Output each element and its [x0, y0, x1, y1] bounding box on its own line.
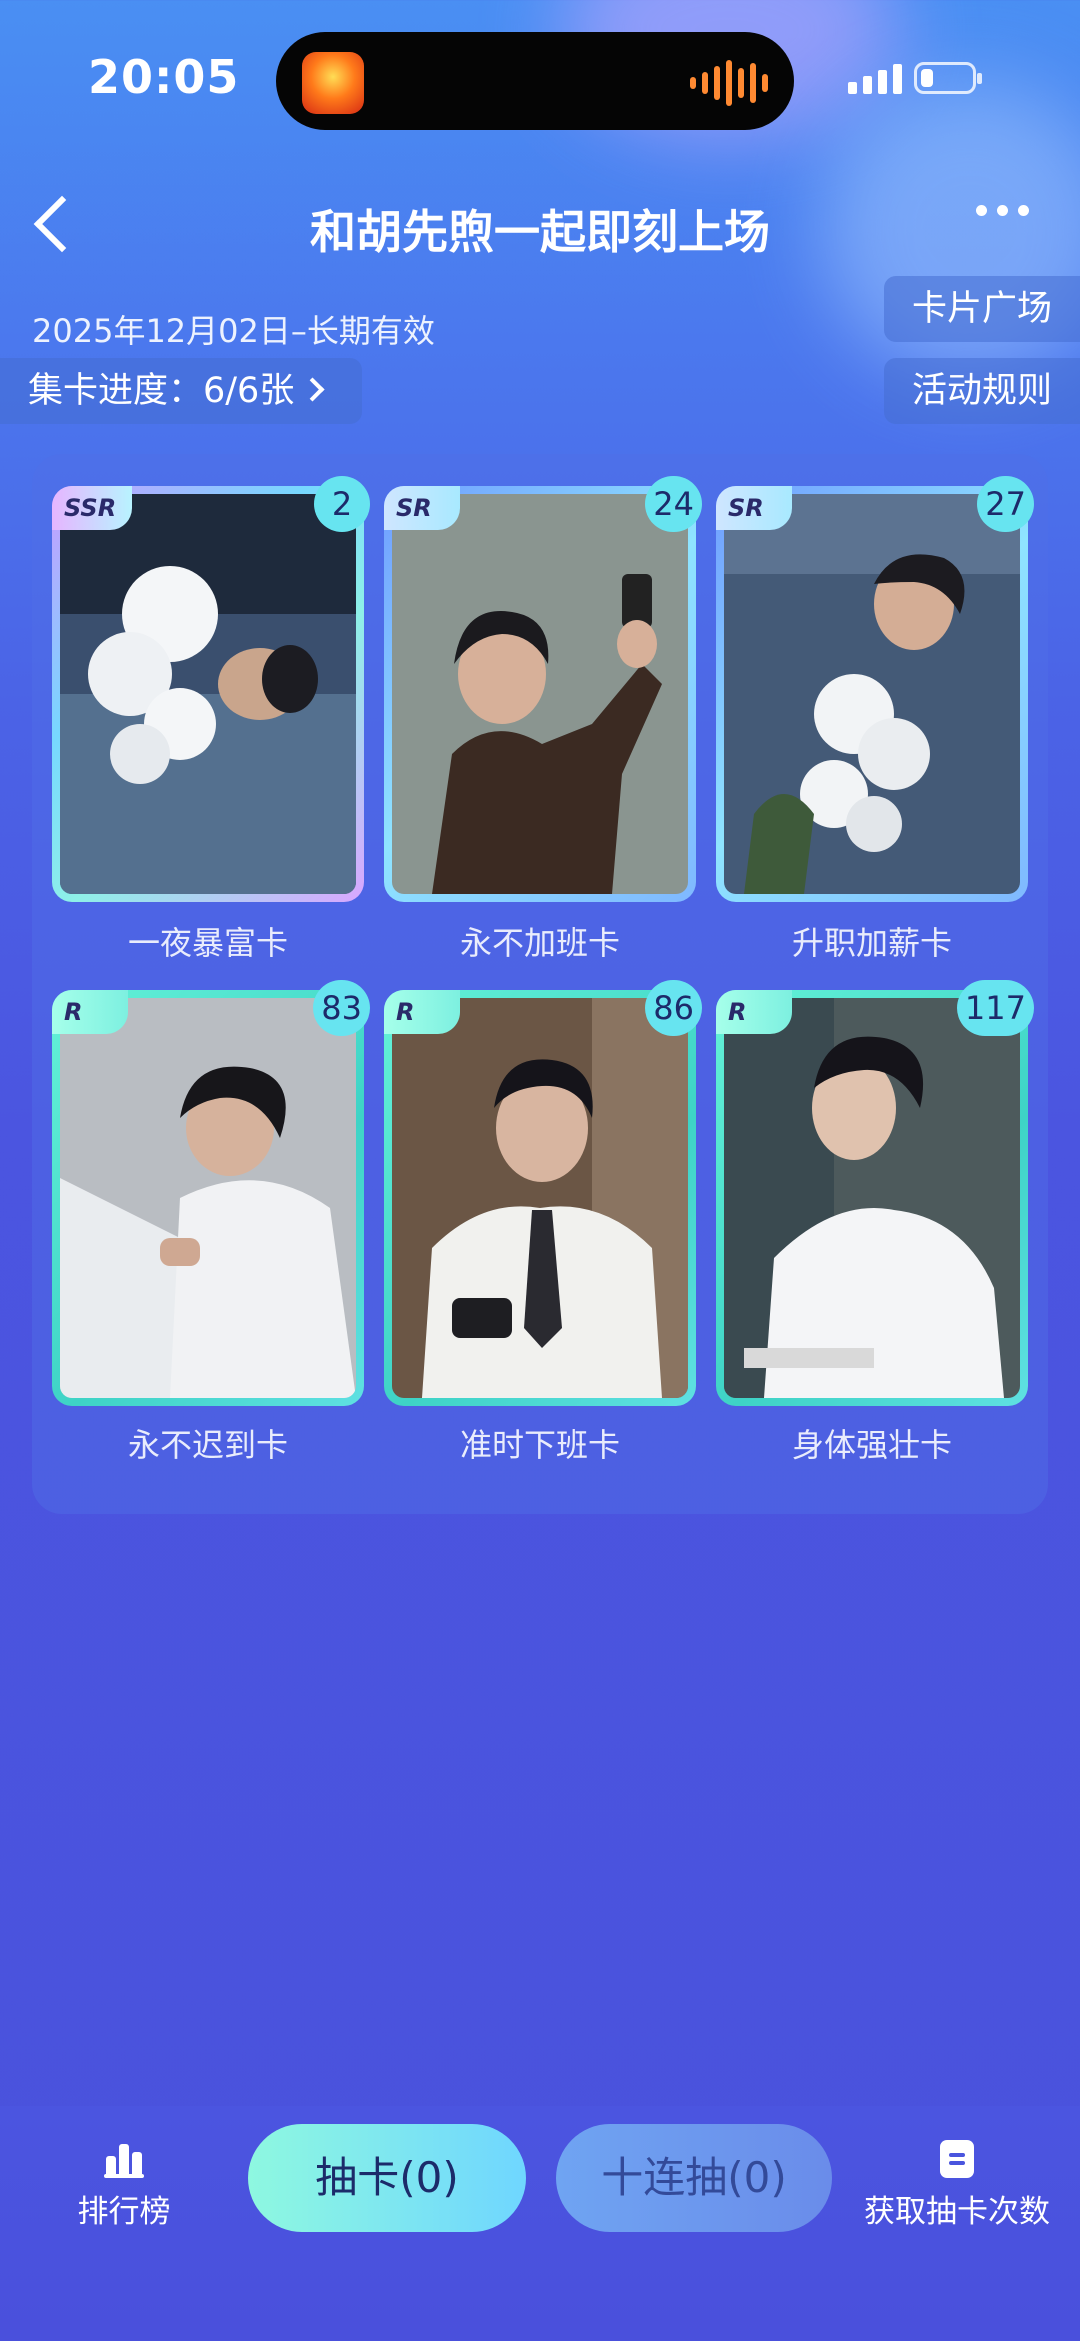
rarity-badge: SR: [716, 486, 792, 530]
app-thumbnail-icon: [302, 52, 364, 114]
card-name: 一夜暴富卡: [127, 924, 288, 962]
page-title: 和胡先煦一起即刻上场: [310, 205, 770, 259]
card-item[interactable]: SR 24: [384, 476, 702, 902]
card-photo: [392, 494, 688, 894]
card-item[interactable]: R 83: [52, 980, 370, 1406]
card-count-badge: 24: [645, 476, 702, 532]
card-count-badge: 2: [314, 476, 370, 532]
rules-button[interactable]: 活动规则: [884, 358, 1080, 424]
draw-card-button[interactable]: 抽卡(0): [248, 2124, 526, 2232]
card-photo: [724, 998, 1020, 1398]
leaderboard-icon: [104, 2140, 144, 2178]
card-photo: [60, 494, 356, 894]
progress-label: 集卡进度：6/6张: [28, 371, 295, 411]
card-plaza-button[interactable]: 卡片广场: [884, 276, 1080, 342]
audio-wave-icon: [690, 58, 768, 108]
leaderboard-label: 排行榜: [77, 2194, 171, 2230]
ten-draw-button[interactable]: 十连抽(0): [556, 2124, 832, 2232]
signal-icon: [848, 64, 902, 94]
validity-date: 2025年12月02日–长期有效: [32, 312, 435, 350]
card-count-badge: 117: [956, 980, 1034, 1036]
get-draws-label: 获取抽卡次数: [864, 2194, 1050, 2230]
rarity-badge: SSR: [52, 486, 133, 530]
card-photo: [724, 494, 1020, 894]
chevron-right-icon: [300, 376, 325, 402]
card-item[interactable]: SR 27: [716, 476, 1034, 902]
rarity-badge: R: [384, 990, 460, 1034]
get-draws-button[interactable]: 获取抽卡次数: [852, 2140, 1062, 2231]
card-name: 身体强壮卡: [791, 1426, 952, 1464]
card-photo: [60, 998, 356, 1398]
rarity-badge: SR: [384, 486, 460, 530]
card-item[interactable]: R 86: [384, 980, 702, 1406]
card-name: 准时下班卡: [459, 1426, 620, 1464]
card-count-badge: 86: [645, 980, 702, 1036]
card-item[interactable]: R 117: [716, 980, 1034, 1406]
rarity-badge: R: [52, 990, 128, 1034]
task-icon: [940, 2140, 974, 2178]
battery-icon: [914, 62, 982, 94]
card-item[interactable]: SSR 2: [52, 476, 370, 902]
card-photo: [392, 998, 688, 1398]
rarity-badge: R: [716, 990, 792, 1034]
card-name: 永不迟到卡: [127, 1426, 288, 1464]
status-time: 20:05: [88, 50, 240, 104]
collection-progress-button[interactable]: 集卡进度：6/6张: [0, 358, 362, 424]
leaderboard-button[interactable]: 排行榜: [64, 2140, 184, 2231]
card-name: 升职加薪卡: [791, 924, 952, 962]
more-options-icon[interactable]: [976, 205, 1029, 216]
card-count-badge: 83: [313, 980, 370, 1036]
card-count-badge: 27: [977, 476, 1034, 532]
card-name: 永不加班卡: [459, 924, 620, 962]
dynamic-island[interactable]: [276, 32, 794, 130]
